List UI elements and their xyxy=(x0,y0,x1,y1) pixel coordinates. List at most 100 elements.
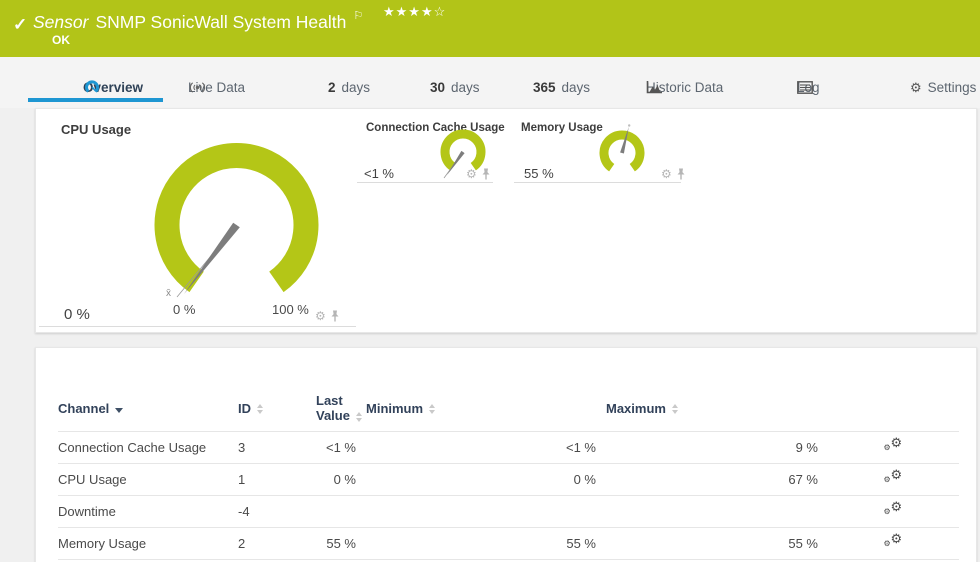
column-header-maximum[interactable]: Maximum xyxy=(606,386,828,431)
memory-tile-divider xyxy=(514,182,681,183)
channel-name-cell[interactable]: Connection Cache Usage xyxy=(58,431,238,463)
overview-panel: CPU Usage x̄ 0 % 100 % 0 % ⚙ Connection … xyxy=(35,108,977,333)
sensor-title: SNMP SonicWall System Health xyxy=(95,12,346,33)
gear-icon: ⚙ xyxy=(884,507,891,516)
channel-settings-icon[interactable]: ⚙⚙ xyxy=(884,469,904,486)
ok-check-icon: ✓ xyxy=(13,15,27,35)
flag-icon[interactable]: ⚐ xyxy=(353,9,363,22)
channel-name-cell[interactable]: CPU Usage xyxy=(58,463,238,495)
minimum-cell: 55 % xyxy=(366,527,606,559)
tab-2-days[interactable]: 2 days xyxy=(328,77,370,97)
minimum-cell: <1 % xyxy=(366,431,606,463)
cpu-tile-actions: ⚙ xyxy=(315,310,340,322)
sort-icon xyxy=(429,404,435,414)
cpu-gauge-title: CPU Usage xyxy=(61,122,131,137)
sort-icon xyxy=(672,404,678,414)
gear-icon: ⚙ xyxy=(891,531,903,547)
star-empty: ☆ xyxy=(434,4,447,19)
settings-gear-icon: ⚙ xyxy=(910,81,922,94)
column-header-actions xyxy=(828,386,959,431)
column-header-minimum[interactable]: Minimum xyxy=(366,386,606,431)
sort-desc-icon xyxy=(115,408,123,413)
table-row: Connection Cache Usage 3 <1 % <1 % 9 % ⚙… xyxy=(58,431,959,463)
column-header-id[interactable]: ID xyxy=(238,386,316,431)
last-value-cell: 0 % xyxy=(316,463,366,495)
cache-tile-divider xyxy=(357,182,493,183)
gear-icon: ⚙ xyxy=(891,499,903,515)
tab-2-days-label: days xyxy=(342,80,371,95)
column-header-value-label: Value xyxy=(316,408,350,423)
tab-30-days[interactable]: 30 days xyxy=(430,77,480,97)
stars-filled: ★★★★ xyxy=(383,4,434,19)
gauge-settings-gear-icon[interactable]: ⚙ xyxy=(661,168,672,180)
historic-data-icon xyxy=(646,80,663,94)
column-header-channel-label: Channel xyxy=(58,401,109,416)
tab-overview[interactable]: Overview xyxy=(83,77,143,97)
tab-settings-label: Settings xyxy=(928,80,977,95)
tab-log[interactable]: Log xyxy=(797,77,820,97)
log-icon xyxy=(797,81,813,94)
gear-icon: ⚙ xyxy=(891,467,903,483)
sort-icon xyxy=(356,412,362,422)
channel-table-panel: Channel ID LastValue Minimum Maximum Con… xyxy=(35,347,977,562)
cpu-gauge: x̄ xyxy=(151,139,326,299)
sort-icon xyxy=(257,404,263,414)
column-header-maximum-label: Maximum xyxy=(606,401,666,416)
tab-live-data[interactable]: Live Data xyxy=(188,77,245,97)
last-value-cell: 55 % xyxy=(316,527,366,559)
channel-settings-icon[interactable]: ⚙⚙ xyxy=(884,501,904,518)
gauge-icon xyxy=(83,79,101,95)
pin-icon[interactable] xyxy=(481,168,491,180)
channel-name-cell[interactable]: Memory Usage xyxy=(58,527,238,559)
channel-id-cell: -4 xyxy=(238,495,316,527)
tab-historic-data[interactable]: Historic Data xyxy=(646,77,723,97)
priority-stars[interactable]: ★★★★☆ xyxy=(383,4,446,20)
tab-365-days[interactable]: 365 days xyxy=(533,77,590,97)
object-kind-label: Sensor xyxy=(33,12,88,33)
channel-settings-icon[interactable]: ⚙⚙ xyxy=(884,533,904,550)
gear-icon: ⚙ xyxy=(884,443,891,452)
pin-icon[interactable] xyxy=(330,310,340,322)
cpu-scale-max: 100 % xyxy=(272,302,309,317)
tab-30-days-number: 30 xyxy=(430,80,445,95)
tab-bar: Overview Live Data 2 days 30 days 365 da… xyxy=(0,57,980,108)
channel-settings-icon[interactable]: ⚙⚙ xyxy=(884,437,904,454)
memory-gauge xyxy=(596,123,661,188)
sensor-status-text: OK xyxy=(52,33,70,47)
column-header-last-value[interactable]: LastValue xyxy=(316,386,366,431)
memory-tile-actions: ⚙ xyxy=(661,168,686,180)
tab-2-days-number: 2 xyxy=(328,80,336,95)
cache-current-value: <1 % xyxy=(364,166,394,181)
cpu-average-marker: x̄ xyxy=(166,288,171,299)
column-header-channel[interactable]: Channel xyxy=(58,386,238,431)
channel-id-cell: 1 xyxy=(238,463,316,495)
table-row: Memory Usage 2 55 % 55 % 55 % ⚙⚙ xyxy=(58,527,959,559)
tab-365-days-label: days xyxy=(562,80,591,95)
gear-icon: ⚙ xyxy=(884,539,891,548)
maximum-cell: 55 % xyxy=(606,527,828,559)
channel-name-cell[interactable]: Downtime xyxy=(58,495,238,527)
minimum-cell xyxy=(366,495,606,527)
column-header-minimum-label: Minimum xyxy=(366,401,423,416)
maximum-cell: 9 % xyxy=(606,431,828,463)
channel-table: Channel ID LastValue Minimum Maximum Con… xyxy=(58,386,959,560)
last-value-cell: <1 % xyxy=(316,431,366,463)
table-bottom-border-row xyxy=(58,559,959,560)
pin-icon[interactable] xyxy=(676,168,686,180)
column-header-id-label: ID xyxy=(238,401,251,416)
memory-gauge-title: Memory Usage xyxy=(521,122,603,134)
cache-tile-actions: ⚙ xyxy=(466,168,491,180)
gauge-settings-gear-icon[interactable]: ⚙ xyxy=(466,168,477,180)
cpu-current-value: 0 % xyxy=(64,306,90,323)
gauge-settings-gear-icon[interactable]: ⚙ xyxy=(315,310,326,322)
tab-30-days-label: days xyxy=(451,80,480,95)
cpu-tile-divider xyxy=(39,326,356,327)
tab-settings[interactable]: ⚙ Settings xyxy=(910,77,976,97)
cpu-scale-min: 0 % xyxy=(173,302,195,317)
maximum-cell: 67 % xyxy=(606,463,828,495)
table-row: CPU Usage 1 0 % 0 % 67 % ⚙⚙ xyxy=(58,463,959,495)
sensor-status-banner: ✓ Sensor SNMP SonicWall System Health ⚐ … xyxy=(0,0,980,57)
active-tab-underline xyxy=(28,98,163,102)
column-header-last-label: Last xyxy=(316,393,343,408)
gear-icon: ⚙ xyxy=(884,475,891,484)
